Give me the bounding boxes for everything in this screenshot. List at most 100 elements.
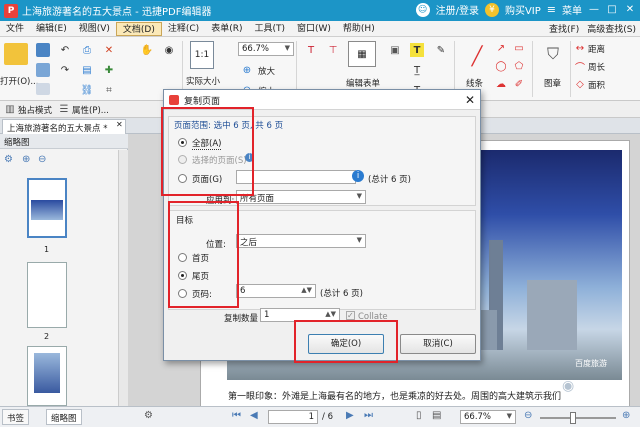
undo-icon[interactable]: ↶ <box>58 43 72 57</box>
properties-button[interactable]: 属性(P)... <box>72 104 109 116</box>
minimize-button[interactable]: — <box>588 4 600 15</box>
zoom-in-status-icon[interactable]: ⊕ <box>622 410 630 421</box>
document-tab[interactable]: 上海旅游著名的五大景点 * <box>2 119 126 134</box>
open-label[interactable]: 打开(O)... <box>0 75 38 87</box>
single-page-view-icon[interactable]: ▯ <box>416 410 422 421</box>
maximize-button[interactable]: □ <box>606 4 618 15</box>
apply-to-select[interactable]: 所有页面 ▼ <box>236 190 366 204</box>
menu-document[interactable]: 文档(D) <box>115 21 162 36</box>
radio-pages-label[interactable]: 页面(G) <box>192 173 222 185</box>
radio-first-page[interactable] <box>178 253 187 262</box>
email-icon[interactable] <box>36 83 50 95</box>
buy-vip-link[interactable]: 购买VIP <box>505 2 541 17</box>
arrow-icon[interactable]: ↗ <box>494 41 508 55</box>
prev-page-icon[interactable]: ◀ <box>250 410 258 421</box>
menu-comment[interactable]: 注释(C) <box>162 22 205 36</box>
open-folder-icon[interactable] <box>4 43 28 65</box>
settings-icon[interactable]: ⚙ <box>144 410 153 421</box>
stamp-icon[interactable]: ⛉ <box>540 41 566 67</box>
menu-help[interactable]: 帮助(H) <box>337 22 381 36</box>
next-page-icon[interactable]: ▶ <box>346 410 354 421</box>
zoom-in-label[interactable]: 放大 <box>258 65 275 77</box>
page-number-input[interactable]: 1 <box>268 410 318 424</box>
login-link[interactable]: 注册/登录 <box>436 2 479 17</box>
first-page-icon[interactable]: ⏮ <box>232 410 241 421</box>
radio-all-label[interactable]: 全部(A) <box>192 137 222 150</box>
link-icon[interactable]: ⛓ <box>80 83 94 97</box>
dialog-close-button[interactable]: ✕ <box>462 92 478 108</box>
menu-edit[interactable]: 编辑(E) <box>30 22 73 36</box>
radio-all[interactable] <box>178 138 187 147</box>
radio-selected-pages[interactable] <box>178 155 187 164</box>
single-mode-button[interactable]: 独占模式 <box>18 104 52 116</box>
text-box-icon[interactable]: ⊤ <box>326 43 340 57</box>
zoom-out-thumb-icon[interactable]: ⊖ <box>38 154 46 165</box>
cancel-button[interactable]: 取消(C) <box>400 334 476 354</box>
thumbnail-scrollbar[interactable] <box>118 150 128 413</box>
menu-tools[interactable]: 工具(T) <box>248 22 291 36</box>
distance-label[interactable]: 距离 <box>588 43 605 55</box>
perimeter-icon[interactable]: ⌒ <box>574 60 586 74</box>
menu-button[interactable]: 菜单 <box>562 2 582 17</box>
redo-icon[interactable]: ↷ <box>58 63 72 77</box>
underline-icon[interactable]: T̲ <box>410 63 424 77</box>
area-label[interactable]: 面积 <box>588 79 605 91</box>
close-button[interactable]: ✕ <box>624 4 636 15</box>
radio-pages[interactable] <box>178 174 187 183</box>
thumbnail-page-2[interactable] <box>27 262 67 328</box>
radio-page-number-label[interactable]: 页码: <box>192 288 212 300</box>
highlight-text-icon[interactable]: T <box>410 43 424 57</box>
tab-bookmarks[interactable]: 书签 <box>2 409 30 425</box>
radio-page-number[interactable] <box>178 289 187 298</box>
zoom-select[interactable]: 66.7% ▼ <box>238 42 294 56</box>
delete-icon[interactable]: ✕ <box>102 43 116 57</box>
ellipse-icon[interactable]: ◯ <box>494 59 508 73</box>
actual-size-icon[interactable]: 1:1 <box>190 41 214 69</box>
zoom-in-thumb-icon[interactable]: ⊕ <box>22 154 30 165</box>
distance-icon[interactable]: ↔ <box>574 42 586 54</box>
thumbnail-page-3[interactable] <box>27 346 67 406</box>
line-tool-icon[interactable]: ╱ <box>462 41 492 71</box>
find-button[interactable]: 查找(F) <box>549 22 579 35</box>
edit-form-icon[interactable]: ▦ <box>348 41 376 67</box>
ocr-icon[interactable]: ▤ <box>80 63 94 77</box>
zoom-slider[interactable] <box>540 417 616 419</box>
status-zoom-select[interactable]: 66.7% ▼ <box>460 410 516 424</box>
image-tool-icon[interactable]: ▣ <box>388 43 402 57</box>
advanced-find-button[interactable]: 高级查找(S) <box>587 22 636 35</box>
edit-form-label[interactable]: 编辑表单 <box>346 77 380 89</box>
tab-thumbnails[interactable]: 缩略图 <box>46 409 82 425</box>
print-icon[interactable] <box>36 63 50 77</box>
ok-button[interactable]: 确定(O) <box>308 334 384 354</box>
thumbnail-page-1[interactable] <box>27 178 67 238</box>
snapshot-icon[interactable]: ◉ <box>162 43 176 57</box>
spinner-arrows-icon[interactable]: ▲▼ <box>301 286 312 294</box>
pages-input[interactable] <box>236 170 356 184</box>
radio-last-label[interactable]: 尾页 <box>192 270 209 282</box>
hand-tool-icon[interactable]: ✋ <box>140 43 154 57</box>
radio-first-label[interactable]: 首页 <box>192 252 209 264</box>
crop-icon[interactable]: ⌗ <box>102 83 116 97</box>
zoom-out-status-icon[interactable]: ⊖ <box>524 410 532 421</box>
radio-last-page[interactable] <box>178 271 187 280</box>
sticky-note-icon[interactable]: ✎ <box>434 43 448 57</box>
collate-checkbox[interactable]: ✓ <box>346 311 355 320</box>
pencil-icon[interactable]: ✐ <box>512 77 526 91</box>
menu-window[interactable]: 窗口(W) <box>291 22 337 36</box>
insert-icon[interactable]: ✚ <box>102 63 116 77</box>
last-page-icon[interactable]: ⏭ <box>364 410 373 421</box>
position-select[interactable]: 之后 ▼ <box>236 234 366 248</box>
text-icon[interactable]: T <box>304 43 318 57</box>
copies-spinner[interactable]: 1 ▲▼ <box>260 308 340 322</box>
save-icon[interactable] <box>36 43 50 57</box>
stamp-label[interactable]: 图章 <box>544 77 561 89</box>
cloud-icon[interactable]: ☁ <box>494 77 508 91</box>
actual-size-label[interactable]: 实际大小 <box>186 75 220 87</box>
menu-file[interactable]: 文件 <box>0 22 30 36</box>
area-icon[interactable]: ◇ <box>574 78 586 90</box>
menu-view[interactable]: 视图(V) <box>73 22 116 36</box>
zoom-in-icon[interactable]: ⊕ <box>240 63 254 77</box>
perimeter-label[interactable]: 周长 <box>588 61 605 73</box>
zoom-slider-handle[interactable] <box>570 412 576 424</box>
polygon-icon[interactable]: ⬠ <box>512 59 526 73</box>
